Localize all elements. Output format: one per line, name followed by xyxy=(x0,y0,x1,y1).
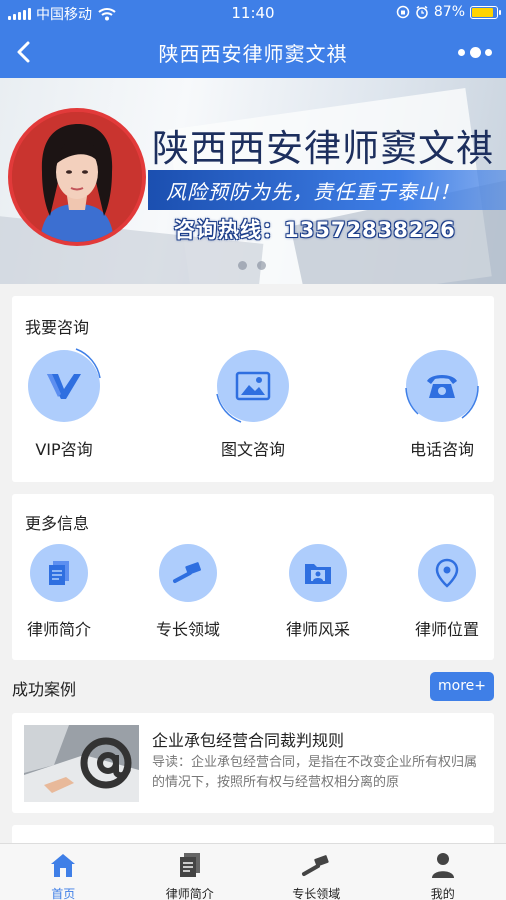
battery-percent: 87% xyxy=(433,4,465,20)
more-dots-icon[interactable] xyxy=(458,42,492,62)
page-title: 陕西西安律师窦文祺 xyxy=(158,42,348,66)
consult-label: 图文咨询 xyxy=(220,440,285,459)
case-item[interactable] xyxy=(12,825,494,845)
document-icon xyxy=(179,853,200,877)
lawyer-location-button[interactable]: 律师位置 xyxy=(401,544,493,640)
tab-label: 首页 xyxy=(51,887,76,900)
tab-lawyer-intro[interactable]: 律师简介 xyxy=(127,844,254,900)
image-text-consult-circle xyxy=(216,350,289,423)
gavel-icon xyxy=(302,855,329,876)
consult-card: 我要咨询 VIP咨询 图文咨询 电话咨询 xyxy=(12,296,494,482)
arc-decoration xyxy=(405,385,479,419)
tab-mine[interactable]: 我的 xyxy=(380,844,506,900)
expertise-circle xyxy=(159,544,217,602)
bottom-tab-bar: 首页 律师简介 专长领域 我的 xyxy=(0,843,506,900)
home-icon xyxy=(51,854,76,877)
status-bar: 中国移动 11:40 87% xyxy=(0,0,506,26)
lawyer-avatar xyxy=(8,108,146,246)
case-title: 企业承包经营合同裁判规则 xyxy=(152,731,345,750)
carousel-dot[interactable] xyxy=(257,261,266,270)
expertise-button[interactable]: 专长领域 xyxy=(142,544,234,640)
carousel-dot[interactable] xyxy=(238,261,247,270)
phone-consult-circle xyxy=(405,350,479,422)
tab-home[interactable]: 首页 xyxy=(0,844,127,900)
lawyer-intro-circle xyxy=(30,544,88,602)
consult-title: 我要咨询 xyxy=(25,318,90,337)
carousel-dots[interactable] xyxy=(238,261,266,270)
vip-consult-circle xyxy=(28,348,101,422)
banner-slogan: 风险预防为先，责任重于泰山！ xyxy=(166,180,460,204)
gavel-icon xyxy=(173,562,202,583)
vip-consult-button[interactable]: VIP咨询 xyxy=(14,348,114,460)
arc-decoration xyxy=(75,348,101,379)
more-info-label: 律师风采 xyxy=(285,620,350,639)
lawyer-style-button[interactable]: 律师风采 xyxy=(272,544,364,640)
banner-carousel[interactable]: 陕西西安律师窦文祺 风险预防为先，责任重于泰山！ 咨询热线：1357283822… xyxy=(0,78,506,284)
nav-bar: 陕西西安律师窦文祺 xyxy=(0,26,506,78)
consult-label: 电话咨询 xyxy=(409,440,474,459)
battery-icon xyxy=(470,5,501,19)
tab-label: 我的 xyxy=(430,887,455,900)
battery-fill xyxy=(472,7,493,17)
consult-label: VIP咨询 xyxy=(35,440,93,459)
case-thumbnail xyxy=(24,725,139,802)
phone-consult-button[interactable]: 电话咨询 xyxy=(392,350,492,460)
more-info-title: 更多信息 xyxy=(25,514,90,533)
tab-expertise[interactable]: 专长领域 xyxy=(253,844,380,900)
banner-headline: 陕西西安律师窦文祺 xyxy=(152,127,494,170)
status-right: 87% xyxy=(396,4,501,20)
location-pin-icon xyxy=(435,558,459,588)
document-icon xyxy=(49,561,69,585)
user-icon xyxy=(431,853,454,878)
tab-label: 律师简介 xyxy=(165,887,214,900)
cases-title: 成功案例 xyxy=(12,680,77,699)
arc-decoration xyxy=(216,393,242,423)
lawyer-intro-button[interactable]: 律师简介 xyxy=(13,544,105,640)
lawyer-style-circle xyxy=(289,544,347,602)
alarm-icon xyxy=(416,5,428,19)
image-text-consult-button[interactable]: 图文咨询 xyxy=(203,350,303,460)
case-item[interactable]: 企业承包经营合同裁判规则 导读：企业承包经营合同，是指在不改变企业所有权归属的情… xyxy=(12,713,494,813)
back-chevron-icon[interactable] xyxy=(8,34,44,70)
more-info-label: 律师位置 xyxy=(414,620,479,639)
orientation-lock-icon xyxy=(396,5,410,19)
banner-hotline: 咨询热线：13572838226 xyxy=(174,218,456,242)
more-info-label: 专长领域 xyxy=(155,620,220,639)
case-description: 导读：企业承包经营合同，是指在不改变企业所有权归属的情况下，按照所有权与经营权相… xyxy=(152,755,478,790)
lawyer-location-circle xyxy=(418,544,476,602)
tab-label: 专长领域 xyxy=(292,887,341,900)
more-info-card: 更多信息 律师简介 专长领域 律师风采 律师位置 xyxy=(12,494,494,660)
more-info-label: 律师简介 xyxy=(26,620,91,639)
cases-more-button[interactable]: more+ xyxy=(430,672,494,701)
folder-photo-icon xyxy=(305,564,331,584)
